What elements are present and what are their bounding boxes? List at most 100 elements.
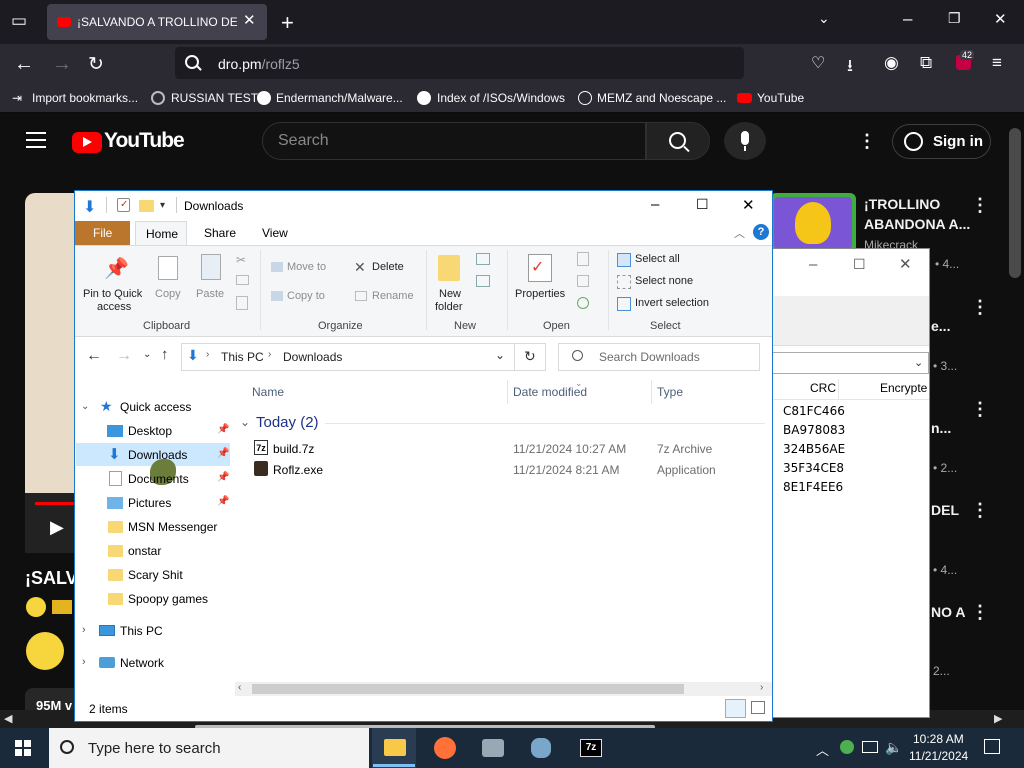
file-name[interactable]: Roflz.exe [273,463,323,477]
new-tab-icon[interactable]: + [281,10,294,36]
tab-overflow-chevron-icon[interactable]: ⌄ [818,10,830,27]
pin-quick-access-line2[interactable]: access [97,301,131,313]
bookmark-endermanch[interactable]: Endermanch/Malware... [276,91,403,105]
paint-taskbar-icon[interactable] [531,738,551,758]
account-icon[interactable]: ◉ [884,53,899,73]
copy-button[interactable]: Copy [155,288,181,300]
clock-date[interactable]: 11/21/2024 [909,749,968,763]
rec-title-4[interactable]: DEL [931,502,959,518]
page-scrollbar-thumb[interactable] [1009,128,1021,278]
select-none-button[interactable]: Select none [635,275,693,287]
column-separator[interactable] [507,380,508,404]
customize-qat-icon[interactable]: ▾ [160,200,165,211]
copy-path-icon[interactable] [236,275,249,285]
explorer-minimize-icon[interactable]: – [651,196,659,213]
select-all-button[interactable]: Select all [635,253,680,265]
nav-item-scary-shit[interactable]: Scary Shit [128,568,183,582]
group-header-today[interactable]: Today (2) [256,414,319,431]
ribbon-tab-share[interactable]: Share [204,226,236,240]
nav-this-pc[interactable]: This PC [120,624,163,638]
column-name[interactable]: Name [252,385,284,399]
move-to-button[interactable]: Move to [287,261,326,273]
nav-item-documents[interactable]: Documents [128,472,189,486]
nav-item-desktop[interactable]: Desktop [128,424,172,438]
new-folder-line1[interactable]: New [439,288,461,300]
file-list-scroll-thumb[interactable] [252,684,684,694]
ribbon-tab-file[interactable]: File [75,221,130,245]
collapse-ribbon-icon[interactable]: ︿ [734,225,745,241]
rec-title-1b[interactable]: ABANDONA A... [864,216,970,232]
pin-icon[interactable]: 📌 [217,424,229,435]
nav-quick-access[interactable]: Quick access [120,400,191,414]
large-icons-view-icon[interactable] [751,701,765,714]
rec-title-5[interactable]: NO A [931,604,965,620]
minimize-icon[interactable]: – [903,9,912,29]
bookmark-memz[interactable]: MEMZ and Noescape ... [597,91,726,105]
rec-title-3[interactable]: n... [931,420,951,436]
network-tray-icon[interactable] [862,741,878,753]
pin-icon[interactable]: 📌 [217,448,229,459]
7zip-col-encrypted[interactable]: Encrypte [880,381,928,395]
nav-network[interactable]: Network [120,656,164,670]
scroll-right-icon[interactable]: ▶ [994,712,1002,725]
scroll-left-icon[interactable]: ‹ [238,682,241,693]
column-separator[interactable] [651,380,652,404]
windows-start-icon[interactable] [15,740,31,756]
easy-access-icon[interactable] [476,275,490,287]
restore-icon[interactable]: ❐ [948,10,961,27]
copy-to-button[interactable]: Copy to [287,290,325,302]
close-window-icon[interactable]: ✕ [994,10,1007,28]
pin-quick-access-line1[interactable]: Pin to Quick [83,288,142,300]
new-item-icon[interactable] [476,253,490,265]
tray-app-icon[interactable] [840,740,854,754]
open-icon[interactable] [577,252,589,266]
help-icon[interactable]: ? [753,224,769,240]
explorer-close-icon[interactable]: ✕ [742,196,755,214]
pin-icon[interactable]: 📌 [217,472,229,483]
youtube-search-button[interactable] [646,122,710,160]
delete-button[interactable]: Delete [372,261,404,273]
sign-in-button[interactable]: Sign in [892,124,991,159]
settings-kebab-icon[interactable]: ⋮ [858,131,876,152]
back-icon[interactable]: ← [86,347,102,365]
more-actions-icon[interactable]: ⋮ [971,297,989,318]
back-icon[interactable]: ← [14,53,34,76]
ribbon-tab-view[interactable]: View [262,226,288,240]
rec-title-2[interactable]: e... [931,318,950,334]
downloads-icon[interactable]: ⭳ [847,53,853,82]
7zip-col-crc[interactable]: CRC [810,381,836,395]
rename-button[interactable]: Rename [372,290,414,302]
close-tab-icon[interactable]: ✕ [243,11,256,29]
history-icon[interactable] [577,297,589,309]
tab-list-icon[interactable]: ▭ [11,11,27,31]
group-collapse-icon[interactable]: ⌄ [240,415,250,429]
scroll-left-icon[interactable]: ◀ [4,712,12,725]
breadcrumb-downloads[interactable]: Downloads [283,350,342,364]
ribbon-tab-home[interactable]: Home [135,221,187,246]
browser-tab[interactable]: ¡SALVANDO A TROLLINO DE LA ✕ [47,4,267,40]
more-actions-icon[interactable]: ⋮ [971,500,989,521]
nav-item-msn-messenger[interactable]: MSN Messenger [128,520,217,534]
expand-chevron-icon[interactable]: ⌄ [81,401,89,412]
7zip-path-combo[interactable]: ⌄ [771,352,929,374]
more-actions-icon[interactable]: ⋮ [971,399,989,420]
paste-shortcut-icon[interactable] [236,296,248,310]
column-type[interactable]: Type [657,385,683,399]
forward-icon[interactable]: → [52,53,72,76]
pin-icon[interactable]: 📌 [217,496,229,507]
breadcrumb-this-pc[interactable]: This PC [221,350,264,364]
bookmark-isos[interactable]: Index of /ISOs/Windows [437,91,565,105]
explorer-titlebar[interactable] [75,191,772,221]
7zip-minimize-icon[interactable]: – [809,256,817,273]
hamburger-menu-icon[interactable] [26,132,46,134]
video-progress-bar[interactable] [35,502,75,505]
show-hidden-icons-icon[interactable]: ︿ [816,740,829,759]
refresh-button[interactable]: ↻ [515,343,546,371]
firefox-taskbar-icon[interactable] [434,737,456,759]
youtube-search-input[interactable]: Search [262,122,646,160]
up-icon[interactable]: ↑ [161,346,169,363]
7zip-taskbar-icon[interactable]: 7z [580,739,602,757]
app-taskbar-icon[interactable] [482,739,504,757]
clock-time[interactable]: 10:28 AM [913,732,964,746]
file-name[interactable]: build.7z [273,442,314,456]
